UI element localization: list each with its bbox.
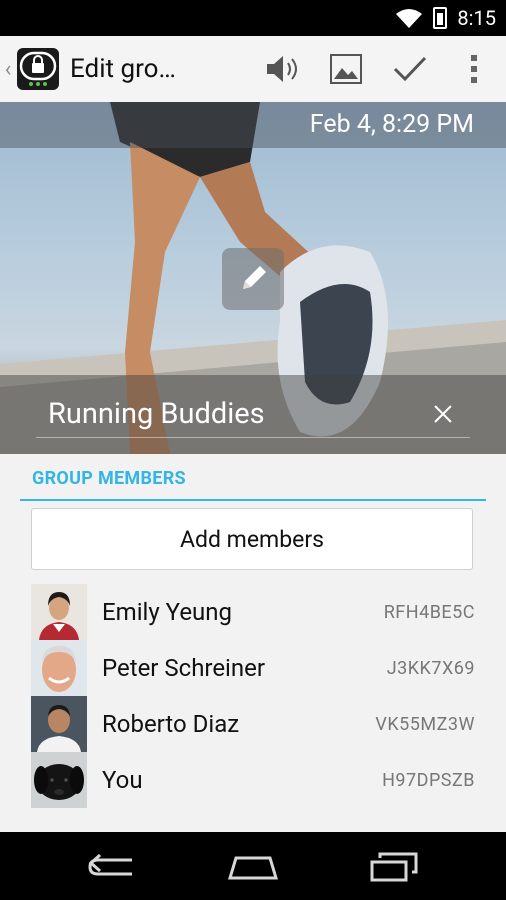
clear-name-button[interactable]	[426, 397, 460, 431]
mute-button[interactable]	[250, 36, 314, 102]
member-name: Peter Schreiner	[102, 654, 265, 682]
app-logo-icon[interactable]	[16, 47, 60, 91]
avatar	[31, 752, 87, 808]
group-name-underline	[36, 437, 470, 438]
check-icon	[393, 56, 427, 82]
group-name-strip: Running Buddies	[0, 375, 506, 454]
avatar	[31, 696, 87, 752]
done-button[interactable]	[378, 36, 442, 102]
back-icon[interactable]	[86, 852, 138, 882]
section-title: GROUP MEMBERS	[32, 468, 186, 489]
avatar	[31, 640, 87, 696]
member-code: VK55MZ3W	[375, 713, 475, 735]
group-name-field[interactable]: Running Buddies	[48, 397, 265, 431]
wifi-icon	[396, 9, 423, 28]
add-members-button[interactable]: Add members	[31, 508, 473, 570]
speaker-icon	[267, 56, 297, 82]
action-bar: ‹ Edit gro…	[0, 36, 506, 103]
member-row[interactable]: Emily Yeung RFH4BE5C	[31, 584, 481, 640]
group-date: Feb 4, 8:29 PM	[309, 110, 474, 139]
page-title: Edit gro…	[70, 54, 176, 84]
close-icon	[434, 405, 452, 423]
change-image-button[interactable]	[314, 36, 378, 102]
overflow-menu-icon	[471, 55, 477, 83]
pencil-icon	[243, 266, 266, 289]
back-chevron-icon[interactable]: ‹	[2, 36, 14, 102]
member-row[interactable]: Peter Schreiner J3KK7X69	[31, 640, 481, 696]
member-row[interactable]: You H97DPSZB	[31, 752, 481, 808]
navigation-bar	[0, 832, 506, 900]
avatar	[31, 584, 87, 640]
member-code: H97DPSZB	[382, 769, 475, 791]
recent-apps-icon[interactable]	[368, 850, 420, 884]
status-time: 8:15	[457, 6, 496, 30]
member-name: You	[102, 766, 143, 794]
battery-icon	[433, 7, 448, 29]
home-icon[interactable]	[226, 852, 280, 882]
date-strip: Feb 4, 8:29 PM	[0, 102, 506, 148]
section-divider	[20, 499, 486, 501]
member-name: Roberto Diaz	[102, 710, 240, 738]
member-row[interactable]: Roberto Diaz VK55MZ3W	[31, 696, 481, 752]
image-icon	[330, 54, 362, 84]
overflow-menu-button[interactable]	[442, 36, 506, 102]
member-code: RFH4BE5C	[383, 601, 475, 623]
group-photo[interactable]: Feb 4, 8:29 PM Running Buddies	[0, 102, 506, 454]
edit-photo-button[interactable]	[222, 248, 284, 310]
member-name: Emily Yeung	[102, 598, 233, 626]
member-code: J3KK7X69	[386, 657, 475, 679]
status-bar: 8:15	[0, 0, 506, 36]
